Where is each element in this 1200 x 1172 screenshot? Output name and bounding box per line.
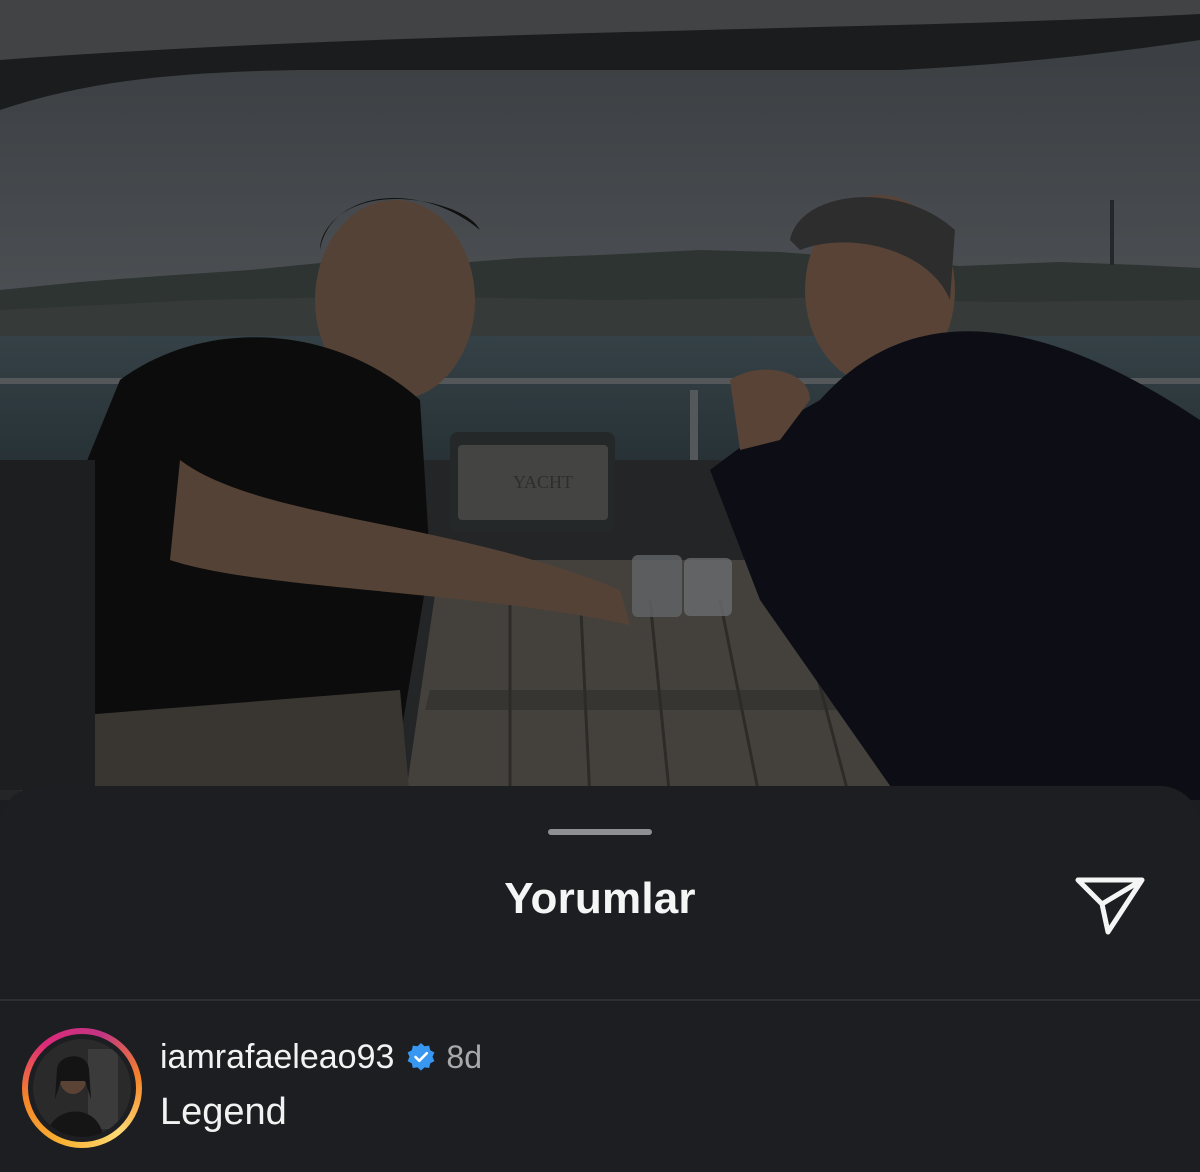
comment-timestamp: 8d <box>446 1038 482 1075</box>
comment-header: iamrafaeleao93 8d <box>160 1032 482 1082</box>
post-image[interactable]: YACHT <box>0 0 1200 800</box>
avatar[interactable] <box>33 1039 131 1137</box>
comment-item: iamrafaeleao93 8d Legend <box>0 1001 1200 1172</box>
verified-badge-icon <box>407 1043 435 1071</box>
paper-plane-icon <box>1075 877 1145 935</box>
sheet-grabber[interactable] <box>548 829 652 835</box>
comment-username[interactable]: iamrafaeleao93 <box>160 1038 394 1077</box>
comments-sheet: Yorumlar iamrafaeleao93 8d Legend <box>0 786 1200 1172</box>
avatar-story-ring[interactable] <box>22 1028 142 1148</box>
screen: YACHT Yorumlar iamrafaeleao93 8d Legend <box>0 0 1200 1172</box>
share-button[interactable] <box>1070 870 1150 936</box>
sheet-title: Yorumlar <box>504 874 696 923</box>
comment-text: Legend <box>160 1091 287 1133</box>
